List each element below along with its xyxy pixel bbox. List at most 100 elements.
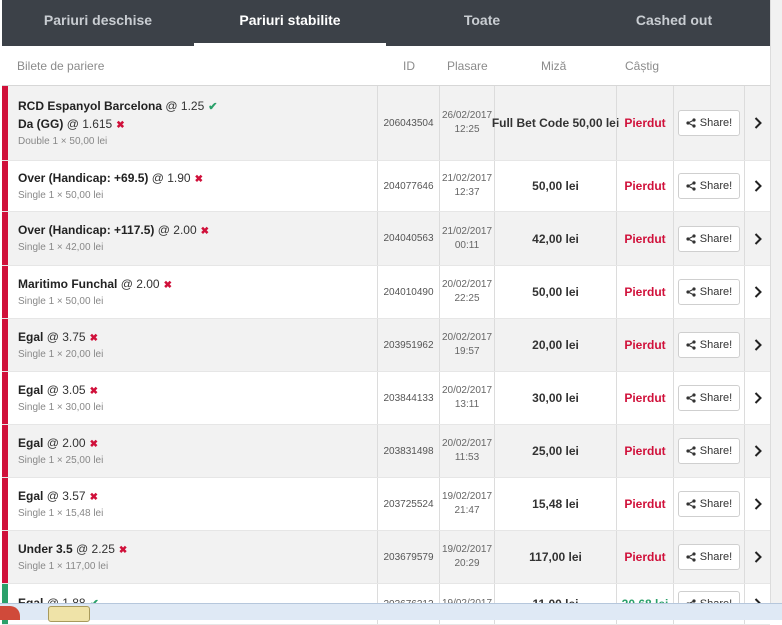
chevron-right-icon [754,286,762,298]
placed-date: 21/02/2017 [441,225,493,237]
bet-type: Double 1 × 50,00 lei [18,135,108,147]
table-row[interactable]: Maritimo Funchal @ 2.00 ✖ Single 1 × 50,00… [2,266,770,319]
bet-type: Single 1 × 25,00 lei [18,454,104,466]
table-row[interactable]: Over (Handicap: +69.5) @ 1.90 ✖ Single 1 ×… [2,161,770,212]
share-label: Share! [699,551,733,563]
share-cell: Share! [673,478,744,530]
folder-taskbar-icon[interactable] [48,606,90,622]
tab-settled-bets[interactable]: Pariuri stabilite [194,0,386,46]
cross-icon: ✖ [200,226,210,237]
chevron-right-icon [754,339,762,351]
table-row[interactable]: Egal @ 3.05 ✖ Single 1 × 30,00 lei 20384413… [2,372,770,425]
status-stripe [2,86,8,160]
status-stripe [2,425,8,477]
expand-arrow-cell[interactable] [744,161,771,211]
placed-date: 20/02/2017 [441,385,493,396]
share-button[interactable]: Share! [678,544,740,570]
bet-placed: 20/02/2017 13:11 [439,372,494,424]
bet-id: 203679579 [377,531,439,583]
bet-placed: 21/02/2017 00:11 [439,212,494,265]
placed-date: 19/02/2017 [441,491,493,502]
share-button[interactable]: Share! [678,110,740,136]
status-stripe [2,478,8,530]
share-button[interactable]: Share! [678,491,740,517]
expand-arrow-cell[interactable] [744,425,771,477]
bet-placed: 19/02/2017 21:47 [439,478,494,530]
cross-icon: ✖ [89,385,98,397]
selection-name: Over (Handicap: +117.5) [18,223,155,237]
bet-result: Pierdut [616,161,673,211]
selection-line: Over (Handicap: +117.5) @ 2.00 ✖ [18,222,209,240]
placed-time: 22:25 [454,293,480,304]
expand-arrow-cell[interactable] [744,86,771,160]
selection-odds: @ 3.75 [46,329,86,344]
share-button[interactable]: Share! [678,332,740,358]
bet-details: Maritimo Funchal @ 2.00 ✖ Single 1 × 50,00… [18,266,172,318]
bet-stake: 25,00 lei [494,425,616,477]
expand-arrow-cell[interactable] [744,319,771,371]
expand-arrow-cell[interactable] [744,478,771,530]
share-label: Share! [699,286,733,298]
bet-details: Egal @ 3.05 ✖ Single 1 × 30,00 lei [18,372,103,424]
cross-icon: ✖ [194,173,203,185]
share-label: Share! [699,339,733,351]
selection-line: Under 3.5 @ 2.25 ✖ [18,541,127,559]
selection-odds: @ 2.00 [46,435,86,450]
share-cell: Share! [673,266,744,318]
bet-type: Single 1 × 30,00 lei [18,401,104,413]
share-label: Share! [699,392,733,404]
table-row[interactable]: Egal @ 2.00 ✖ Single 1 × 25,00 lei 20383149… [2,425,770,478]
bet-details: Over (Handicap: +69.5) @ 1.90 ✖ Single 1 ×… [18,161,203,211]
selection-name: Egal [18,488,44,503]
placed-date: 21/02/2017 [441,173,493,184]
expand-arrow-cell[interactable] [744,266,771,318]
chevron-right-icon [754,180,762,192]
share-button[interactable]: Share! [678,385,740,411]
selection-name: Maritimo Funchal [18,276,118,291]
bet-id: 203844133 [377,372,439,424]
placed-date: 20/02/2017 [441,438,493,449]
expand-arrow-cell[interactable] [744,372,771,424]
scrollbar[interactable] [770,0,782,603]
table-row[interactable]: Egal @ 3.57 ✖ Single 1 × 15,48 lei 20372552… [2,478,770,531]
bet-result: Pierdut [616,86,673,160]
status-stripe [2,266,8,318]
bet-stake: 15,48 lei [494,478,616,530]
share-button[interactable]: Share! [678,173,740,199]
share-cell: Share! [673,372,744,424]
tab-cashed-out[interactable]: Cashed out [578,0,770,46]
expand-arrow-cell[interactable] [744,212,771,265]
bet-id: 203725524 [377,478,439,530]
chevron-right-icon [754,445,762,457]
placed-time: 11:53 [454,452,480,463]
selection-name: RCD Espanyol Barcelona [18,98,163,113]
share-button[interactable]: Share! [678,279,740,305]
status-stripe [2,372,8,424]
bet-id: 204040563 [377,212,439,265]
selection-line: RCD Espanyol Barcelona @ 1.25 ✔ [18,98,217,116]
chevron-right-icon [754,232,762,245]
expand-arrow-cell[interactable] [744,531,771,583]
status-stripe [2,319,8,371]
cross-icon: ✖ [89,491,98,503]
share-button[interactable]: Share! [678,438,740,464]
table-row[interactable]: Under 3.5 @ 2.25 ✖ Single 1 × 117,00 lei 20… [2,531,770,584]
tab-open-bets[interactable]: Pariuri deschise [2,0,194,46]
browser-taskbar-icon[interactable] [0,606,20,620]
table-row[interactable]: Over (Handicap: +117.5) @ 2.00 ✖ Single 1 … [2,212,770,266]
selection-odds: @ 3.57 [46,488,86,503]
chevron-right-icon [754,551,762,563]
status-stripe [2,531,8,583]
header-placed: Plasare [447,59,488,73]
table-row[interactable]: RCD Espanyol Barcelona @ 1.25 ✔ Da (GG) @ … [2,86,770,161]
table-row[interactable]: Egal @ 3.75 ✖ Single 1 × 20,00 lei 20395196… [2,319,770,372]
header-bets: Bilete de pariere [17,59,105,73]
cross-icon: ✖ [163,279,172,291]
share-button[interactable]: Share! [678,225,740,252]
selection-name: Egal [18,382,44,397]
tab-all[interactable]: Toate [386,0,578,46]
selection-line: Egal @ 2.00 ✖ [18,435,103,453]
selection-line: Over (Handicap: +69.5) @ 1.90 ✖ [18,170,203,188]
header-win: Câștig [625,59,660,73]
placed-date: 20/02/2017 [441,332,493,343]
